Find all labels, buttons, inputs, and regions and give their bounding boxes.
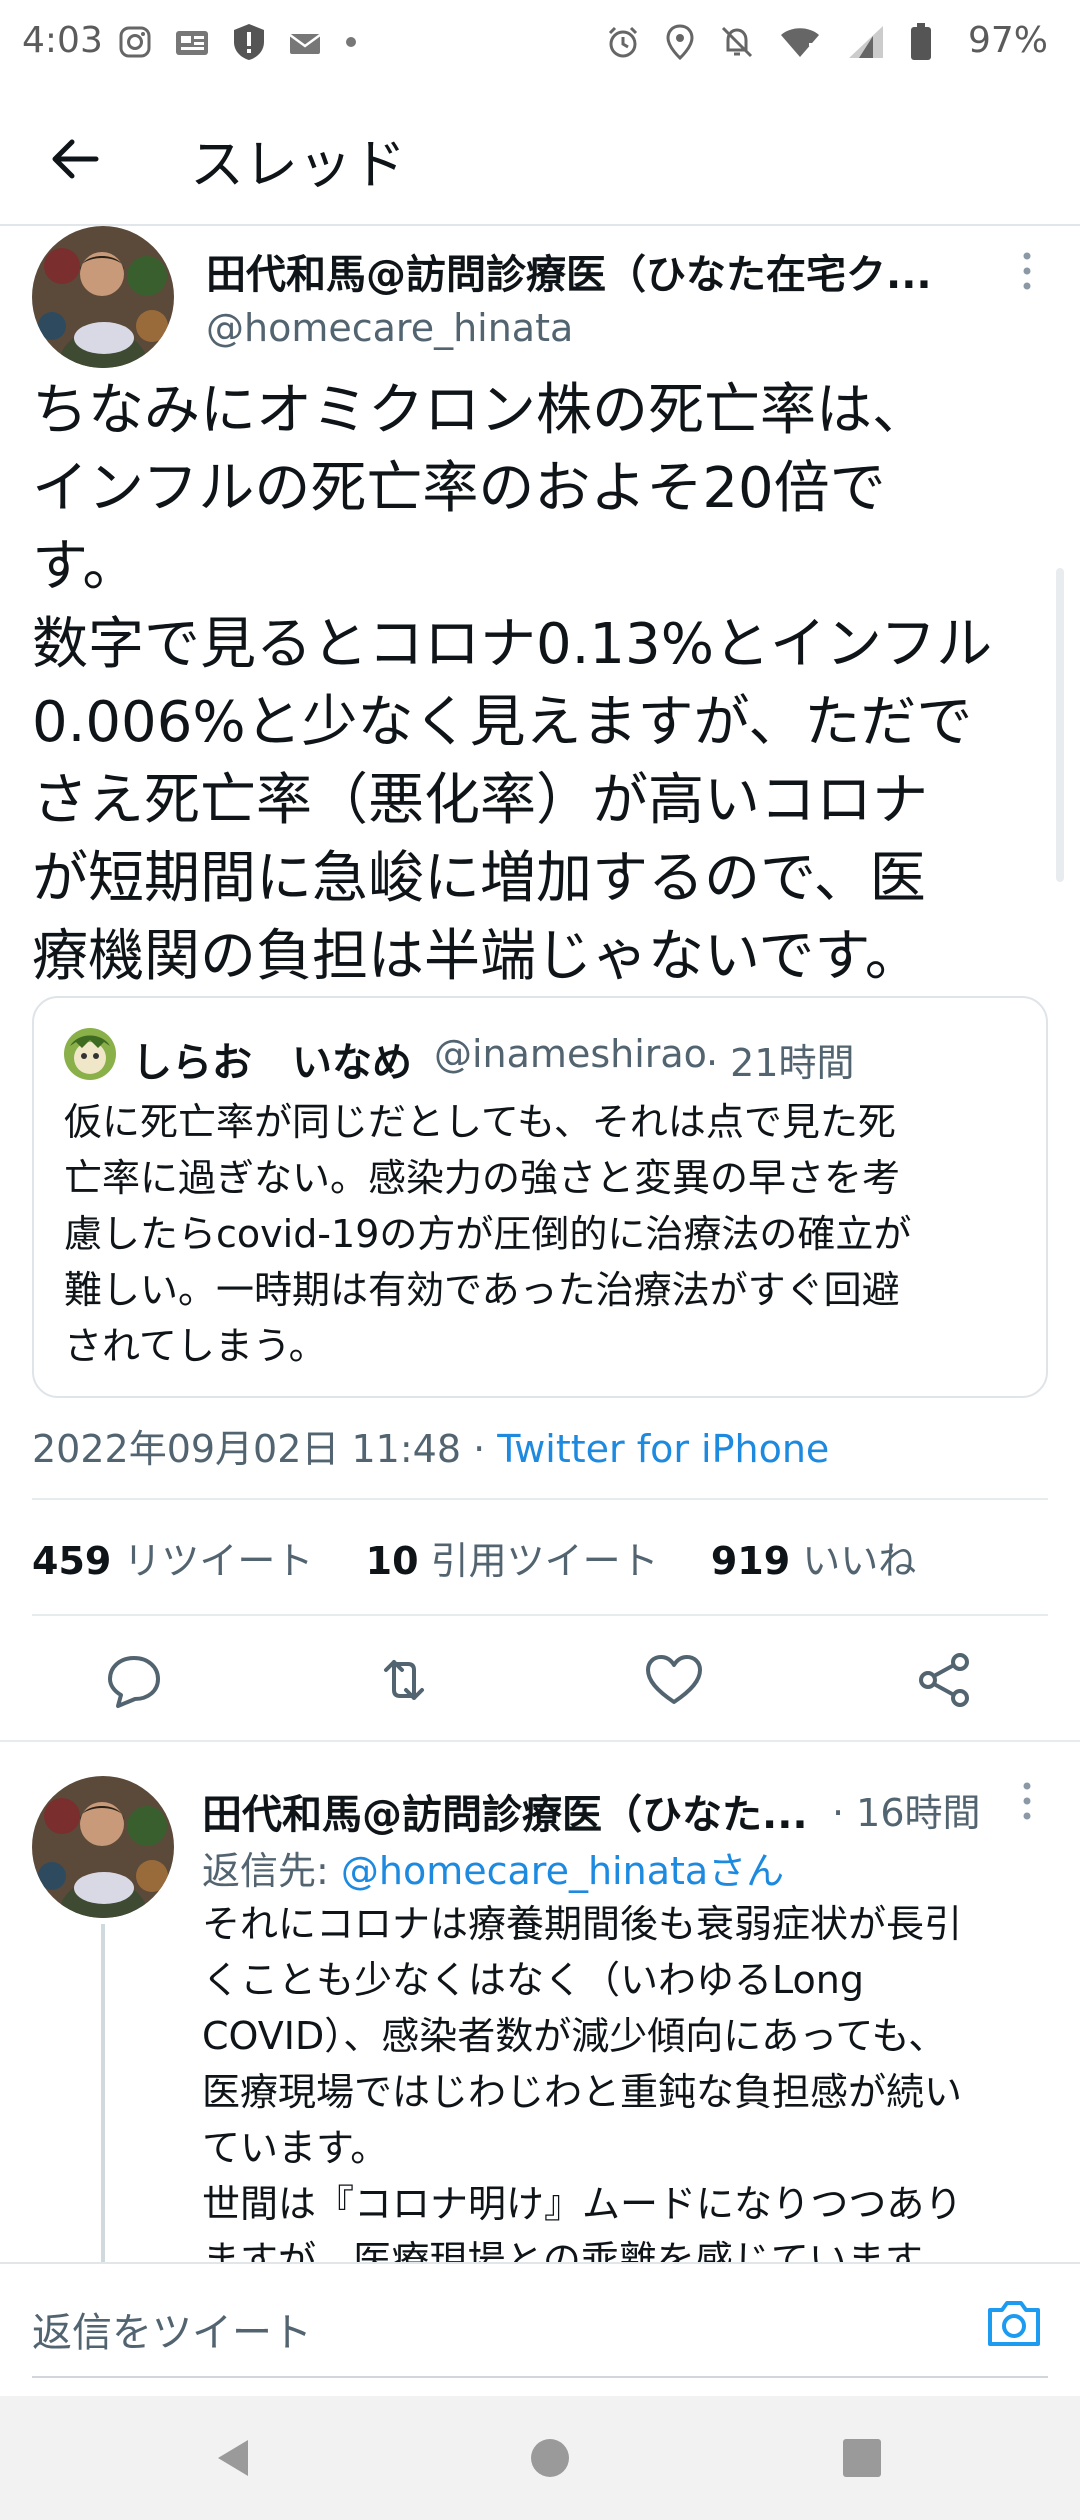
retweet-icon[interactable] (372, 1648, 436, 1712)
quote-label: 引用ツイート (430, 1539, 659, 1583)
status-time: 4:03 (22, 20, 103, 61)
reply-author-name[interactable]: 田代和馬@訪問診療医（ひなた... (202, 1782, 808, 1840)
reply-text: それにコロナは療養期間後も衰弱症状が長引 くことも少なくはなく（いわゆるLong… (202, 1902, 963, 2262)
timestamp-text: 2022年09月02日 11:48 · (32, 1427, 486, 1471)
reply-author-avatar[interactable] (32, 1776, 174, 1918)
news-icon (176, 31, 208, 55)
notification-icons (118, 18, 358, 66)
replying-to: 返信先: @homecare_hinataさん (202, 1840, 784, 1895)
divider (32, 1498, 1048, 1500)
retweet-stat[interactable]: 459 リツイート (32, 1539, 313, 1583)
section-divider (0, 1740, 1080, 1742)
scrollbar[interactable] (1056, 568, 1064, 882)
share-icon[interactable] (912, 1648, 976, 1712)
thread-line (101, 1924, 105, 2264)
nav-back-icon[interactable] (210, 2434, 258, 2482)
mute-icon (721, 26, 753, 58)
quoted-author-handle: @inameshirao (434, 1032, 707, 1076)
more-options-icon[interactable] (1012, 246, 1042, 296)
quoted-text: 仮に死亡率が同じだとしても、それは点で見た死 亡率に過ぎない。感染力の強さと変異… (64, 1100, 912, 1368)
location-icon (666, 24, 694, 60)
reply-time: · 16時間 (832, 1791, 981, 1835)
replying-to-label: 返信先: (202, 1849, 341, 1893)
author-name[interactable]: 田代和馬@訪問診療医（ひなた在宅ク... (206, 242, 932, 300)
like-stat[interactable]: 919 いいね (711, 1539, 916, 1583)
back-arrow-icon[interactable] (40, 124, 110, 194)
quoted-time: · 21時間 (706, 1041, 855, 1085)
quoted-author-name: しらお いなめ (132, 1040, 412, 1086)
shield-alert-icon (234, 24, 264, 60)
nav-home-icon[interactable] (526, 2434, 574, 2482)
instagram-icon (119, 26, 151, 58)
retweet-count: 459 (32, 1539, 112, 1583)
author-avatar[interactable] (32, 226, 174, 368)
system-nav-bar (0, 2396, 1080, 2520)
author-handle[interactable]: @homecare_hinata (206, 306, 573, 350)
reply-icon[interactable] (102, 1648, 166, 1712)
divider (32, 1614, 1048, 1616)
source-link[interactable]: Twitter for iPhone (497, 1427, 829, 1471)
retweet-label: リツイート (123, 1539, 314, 1583)
nav-recents-icon[interactable] (838, 2434, 886, 2482)
tweet-text: ちなみにオミクロン株の死亡率は、 インフルの死亡率のおよそ20倍で す。 数字で… (32, 378, 993, 989)
signal-icon (849, 26, 883, 58)
reply-composer: 返信をツイート (0, 2262, 1080, 2384)
mail-icon (289, 33, 321, 54)
wifi-icon (781, 28, 819, 57)
quoted-author-avatar[interactable] (64, 1028, 116, 1080)
engagement-stats: 459 リツイート 10 引用ツイート 919 いいね (32, 1530, 916, 1585)
reply-input[interactable]: 返信をツイート (32, 2300, 312, 2358)
replying-to-handle[interactable]: @homecare_hinataさん (341, 1849, 784, 1893)
tweet-timestamp: 2022年09月02日 11:48 · Twitter for iPhone (32, 1418, 829, 1473)
status-bar: 4:03 97% (0, 0, 1080, 84)
reply-more-options-icon[interactable] (1012, 1776, 1042, 1826)
composer-underline (32, 2376, 1048, 2378)
camera-icon[interactable] (982, 2292, 1046, 2356)
dot-icon (346, 37, 356, 47)
alarm-icon (608, 26, 638, 58)
page-title: スレッド (190, 133, 406, 196)
quote-stat[interactable]: 10 引用ツイート (366, 1539, 659, 1583)
top-app-bar: スレッド (0, 84, 1080, 226)
battery-percent: 97% (968, 20, 1049, 61)
system-icons (605, 18, 933, 66)
battery-icon (911, 23, 931, 60)
like-count: 919 (710, 1539, 791, 1583)
like-icon[interactable] (642, 1648, 706, 1712)
quote-count: 10 (365, 1539, 419, 1583)
like-label: いいね (802, 1539, 917, 1583)
